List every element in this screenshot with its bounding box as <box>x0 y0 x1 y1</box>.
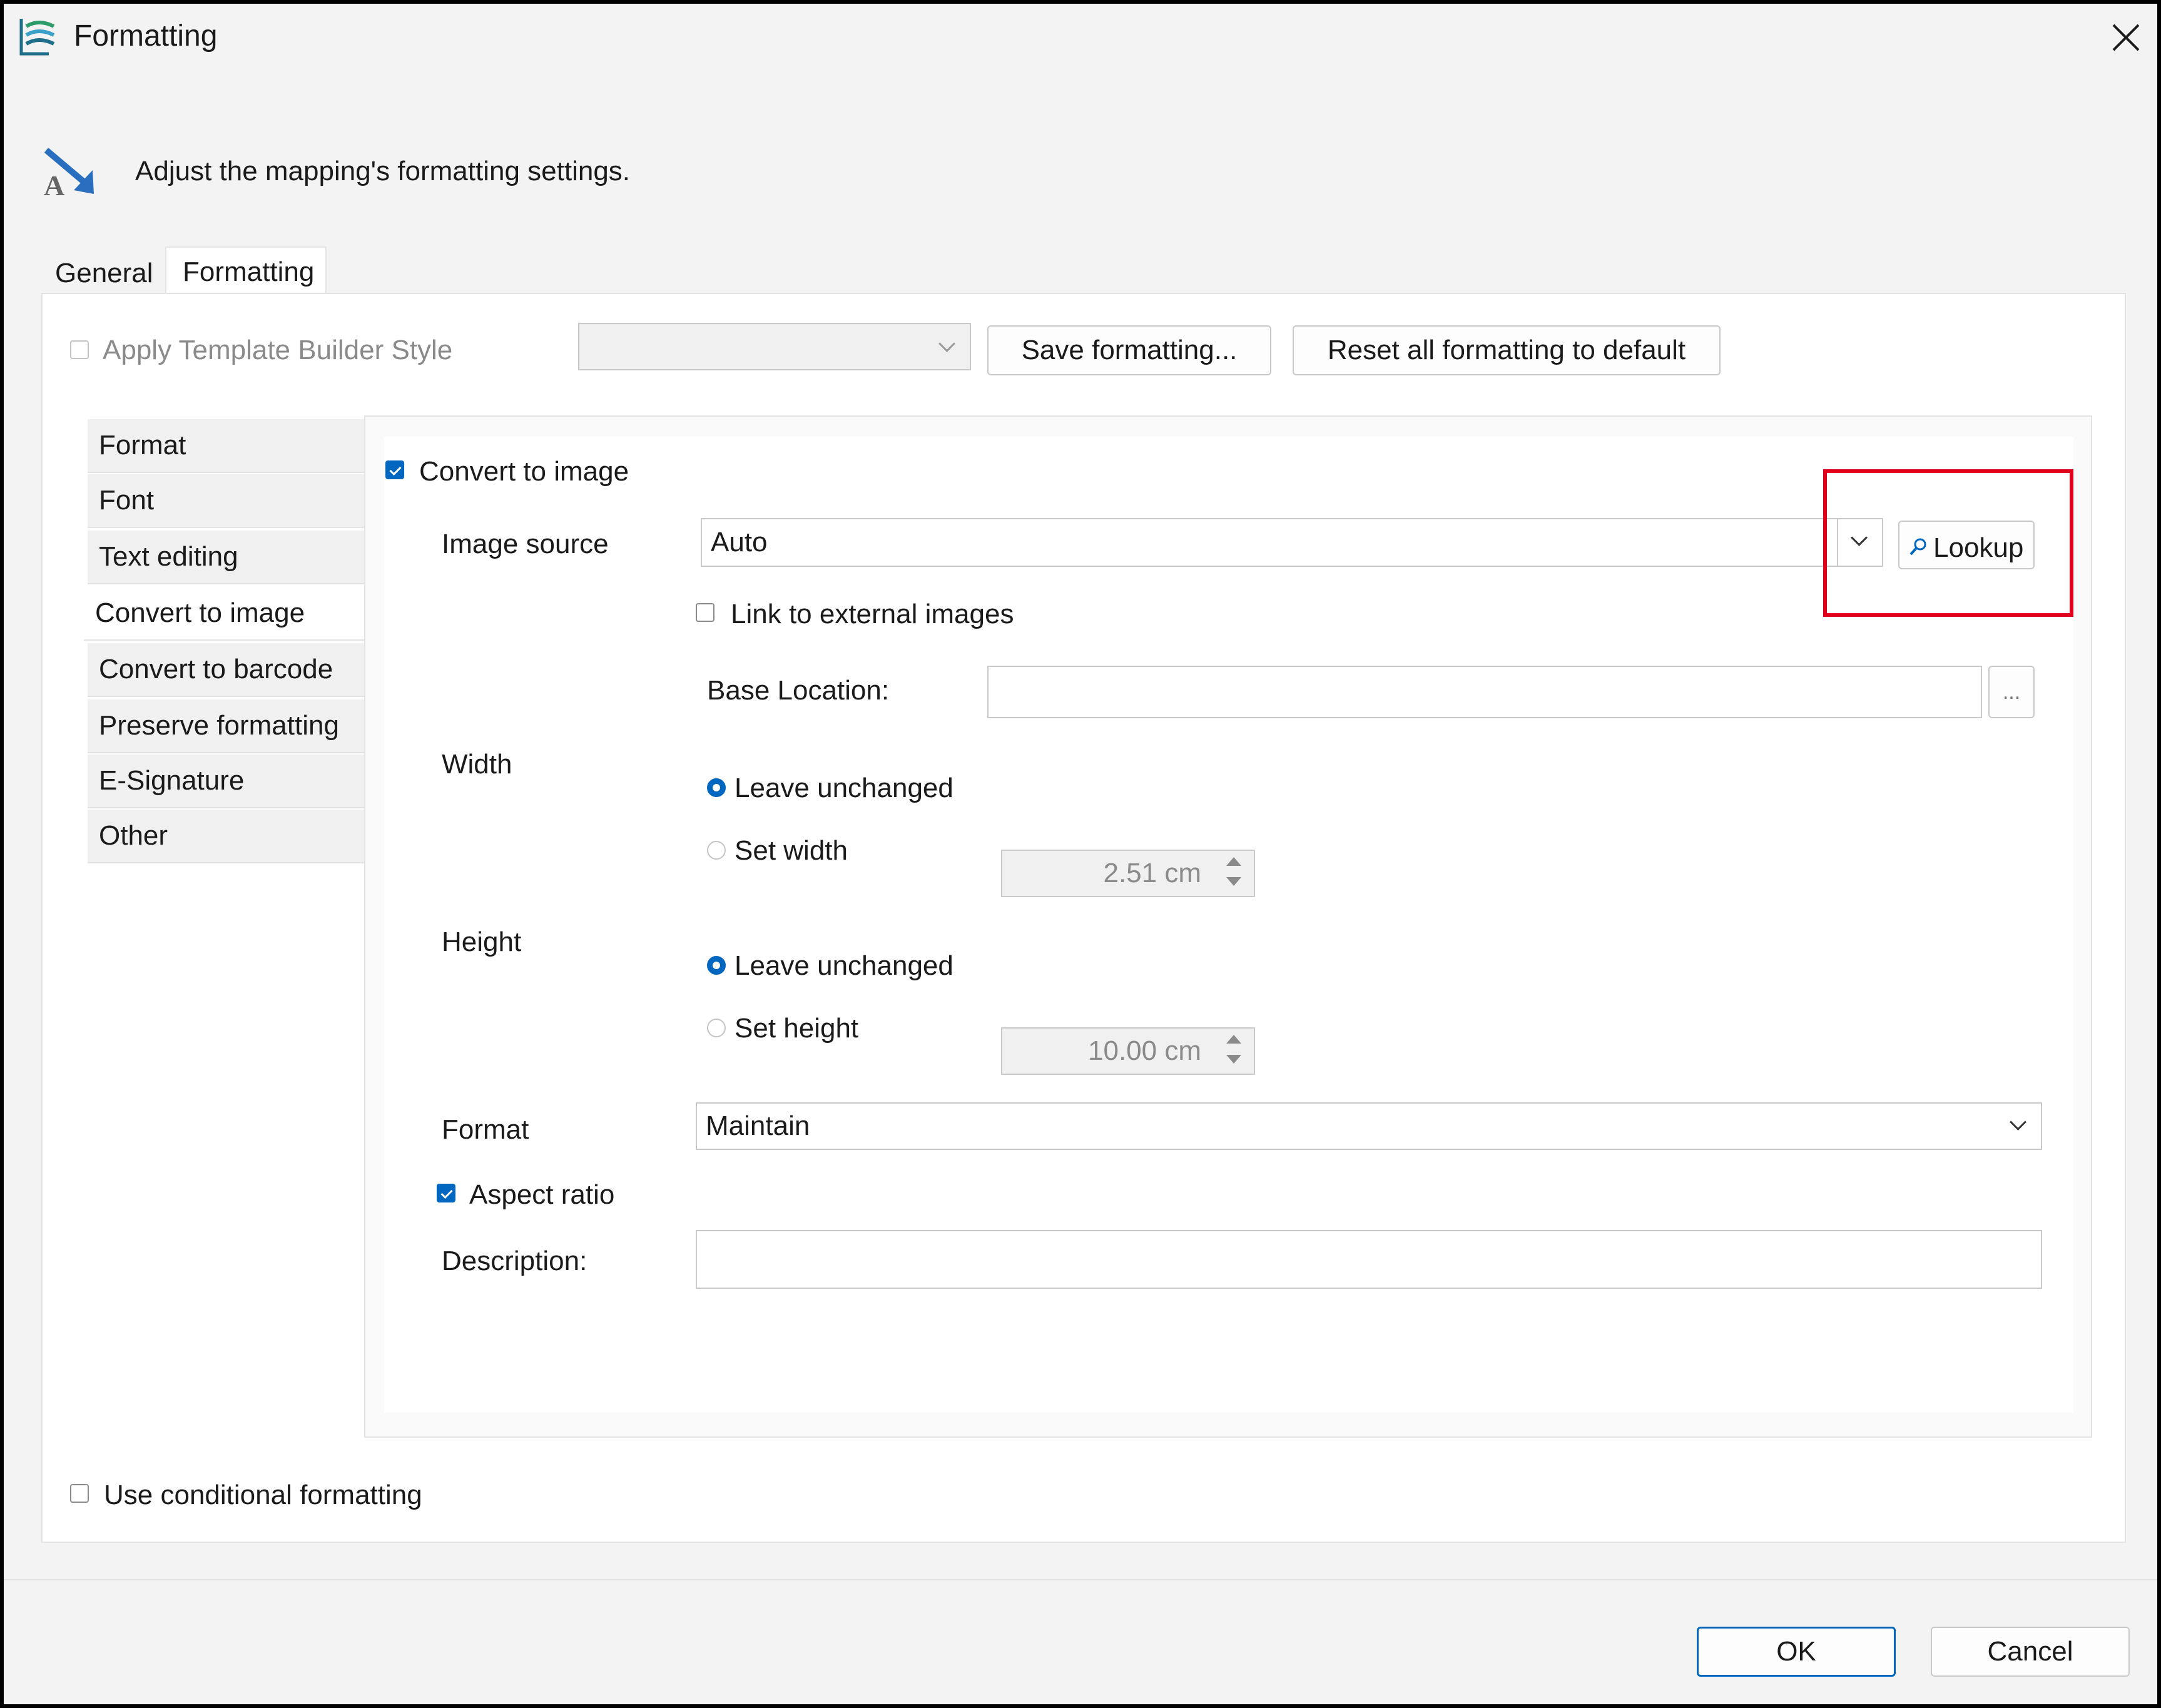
set-width-label: Set width <box>735 835 848 866</box>
convert-to-image-label: Convert to image <box>419 456 629 487</box>
width-leave-unchanged-radio[interactable] <box>707 778 726 797</box>
app-logo-icon <box>19 19 55 56</box>
aspect-ratio-checkbox[interactable] <box>437 1184 455 1202</box>
height-leave-unchanged-radio[interactable] <box>707 956 726 975</box>
chevron-down-icon <box>2010 1114 2026 1131</box>
apply-template-checkbox[interactable] <box>70 340 89 359</box>
title-bar: Formatting <box>4 4 2157 71</box>
template-style-select[interactable] <box>578 323 971 370</box>
description-label: Description: <box>442 1246 587 1276</box>
conditional-formatting-label: Use conditional formatting <box>104 1480 422 1510</box>
convert-to-image-checkbox[interactable] <box>385 460 404 479</box>
sidebar-item-preserve-formatting[interactable]: Preserve formatting <box>88 699 364 753</box>
sidebar-item-font[interactable]: Font <box>88 474 364 528</box>
base-location-input[interactable] <box>987 666 1982 718</box>
svg-text:A: A <box>44 170 64 198</box>
height-spinner[interactable]: 10.00 cm <box>1001 1027 1255 1075</box>
sidebar-item-convert-to-image[interactable]: Convert to image <box>84 587 367 641</box>
footer-divider <box>4 1579 2157 1580</box>
link-external-images-checkbox[interactable] <box>696 603 714 622</box>
width-spinner[interactable]: 2.51 cm <box>1001 850 1255 897</box>
apply-template-label: Apply Template Builder Style <box>103 335 453 365</box>
set-width-radio[interactable] <box>707 841 726 860</box>
close-icon[interactable] <box>2110 21 2142 54</box>
set-height-label: Set height <box>735 1013 859 1044</box>
header-description: Adjust the mapping's formatting settings… <box>135 156 631 186</box>
save-formatting-button[interactable]: Save formatting... <box>987 325 1271 375</box>
window-title: Formatting <box>74 19 218 53</box>
formatting-dialog: Formatting A Adjust the mapping's format… <box>0 0 2161 1708</box>
sidebar-item-other[interactable]: Other <box>88 810 364 863</box>
width-label: Width <box>442 749 512 780</box>
image-source-label: Image source <box>442 529 609 559</box>
tab-formatting[interactable]: Formatting <box>165 247 327 295</box>
chevron-down-icon <box>938 335 955 352</box>
height-leave-unchanged-label: Leave unchanged <box>735 950 953 981</box>
conditional-formatting-checkbox[interactable] <box>70 1484 89 1503</box>
sidebar-item-e-signature[interactable]: E-Signature <box>88 755 364 808</box>
width-leave-unchanged-label: Leave unchanged <box>735 773 953 803</box>
aspect-ratio-label: Aspect ratio <box>469 1179 615 1210</box>
sidebar-item-text-editing[interactable]: Text editing <box>88 531 364 584</box>
cancel-button[interactable]: Cancel <box>1931 1627 2130 1677</box>
link-external-images-label: Link to external images <box>731 599 1014 629</box>
highlight-box <box>1823 469 2073 617</box>
sidebar-item-convert-to-barcode[interactable]: Convert to barcode <box>88 643 364 697</box>
spinner-down-icon[interactable] <box>1226 877 1241 886</box>
set-height-radio[interactable] <box>707 1019 726 1037</box>
spinner-up-icon[interactable] <box>1226 857 1241 866</box>
height-label: Height <box>442 927 522 957</box>
tab-general[interactable]: General <box>55 258 153 289</box>
description-input[interactable] <box>696 1230 2042 1289</box>
format-select[interactable]: Maintain <box>696 1102 2042 1150</box>
image-source-select[interactable]: Auto <box>701 518 1883 567</box>
formatting-header-icon: A <box>44 148 94 198</box>
browse-button[interactable]: ... <box>1988 666 2035 718</box>
spinner-up-icon[interactable] <box>1226 1035 1241 1044</box>
sidebar-item-format[interactable]: Format <box>88 419 364 473</box>
ok-button[interactable]: OK <box>1697 1627 1896 1677</box>
format-label: Format <box>442 1114 529 1145</box>
reset-formatting-button[interactable]: Reset all formatting to default <box>1293 325 1721 375</box>
spinner-down-icon[interactable] <box>1226 1055 1241 1064</box>
base-location-label: Base Location: <box>707 675 890 706</box>
